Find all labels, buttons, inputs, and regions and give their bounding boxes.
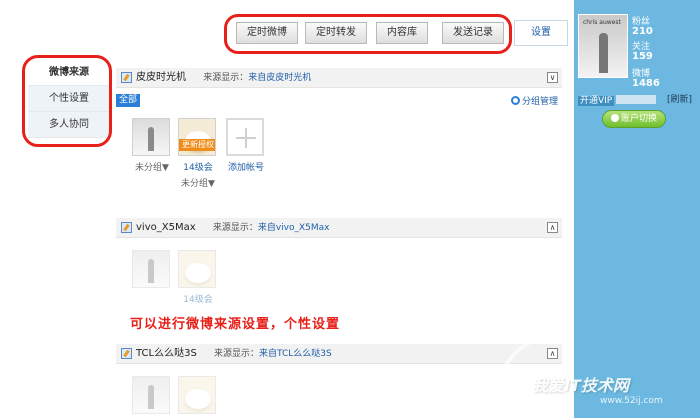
collapse-toggle[interactable]: ∨: [547, 72, 558, 83]
filter-row: 全部 分组管理: [116, 88, 562, 110]
account-avatar[interactable]: [178, 250, 216, 288]
account-avatar[interactable]: [132, 118, 170, 156]
tutorial-annotation: 可以进行微博来源设置，个性设置: [130, 317, 341, 332]
followers-count[interactable]: 210: [632, 26, 653, 37]
source-display-value[interactable]: 来自皮皮时光机: [248, 73, 311, 83]
section-header: vivo_X5Max 来源显示：来自vivo_X5Max ∧: [116, 218, 562, 238]
source-name: vivo_X5Max: [136, 222, 196, 233]
source-display-label: 来源显示：: [212, 223, 258, 233]
add-plus-icon[interactable]: [226, 118, 264, 156]
edit-icon[interactable]: [121, 222, 132, 233]
filter-all-tab[interactable]: 全部: [116, 94, 141, 107]
avatar-caption: chris auwest: [583, 19, 621, 26]
source-name: 皮皮时光机: [136, 72, 186, 83]
settings-button[interactable]: 设置: [514, 20, 568, 46]
account-group-dropdown[interactable]: 未分组▼: [132, 160, 172, 173]
source-display-label: 来源显示：: [213, 349, 259, 359]
account-item[interactable]: [178, 376, 218, 414]
account-item[interactable]: [132, 250, 172, 292]
add-account-item[interactable]: 添加帐号: [226, 118, 266, 173]
source-name: TCL么么哒3S: [136, 348, 197, 359]
switch-icon: [610, 114, 619, 122]
source-section: 皮皮时光机 来源显示：来自皮皮时光机 ∨ 全部 分组管理 未分组▼ 更新授权 1…: [116, 68, 562, 210]
source-section: TCL么么哒3S 来源显示：来自TCL么么哒3S ∧: [116, 344, 562, 418]
switch-account-label: 账户切换: [620, 114, 657, 124]
masked-username: [616, 95, 657, 104]
account-avatar[interactable]: [132, 376, 170, 414]
collapse-toggle[interactable]: ∧: [547, 222, 558, 233]
vip-row: 开通VIP [刷新]: [578, 94, 694, 107]
account-avatar[interactable]: [178, 376, 216, 414]
source-display-value[interactable]: 来自TCL么么哒3S: [259, 349, 332, 359]
account-list: 未分组▼ 更新授权 14级会 未分组▼ 添加帐号: [116, 110, 562, 210]
account-group-dropdown[interactable]: 未分组▼: [178, 176, 218, 189]
source-section: vivo_X5Max 来源显示：来自vivo_X5Max ∧ 14级会: [116, 218, 562, 318]
weibo-count[interactable]: 1486: [632, 78, 660, 89]
main-panel: 定时微博 定时转发 内容库 发送记录 设置 微博来源 个性设置 多人协同 皮皮时…: [0, 0, 574, 418]
highlight-oval-toolbar: [224, 14, 512, 54]
edit-icon[interactable]: [121, 348, 132, 359]
profile-avatar[interactable]: chris auwest: [578, 14, 628, 78]
watermark-title: 我爱IT技术网: [532, 376, 629, 395]
watermark-url: www.52ij.com: [600, 396, 663, 406]
account-name[interactable]: 14级会: [178, 292, 218, 305]
account-avatar[interactable]: 更新授权: [178, 118, 216, 156]
account-name[interactable]: 14级会: [178, 160, 218, 173]
top-toolbar: 定时微博 定时转发 内容库 发送记录 设置: [0, 12, 574, 54]
open-vip-link[interactable]: 开通VIP: [578, 96, 615, 106]
refresh-link[interactable]: [刷新]: [667, 94, 692, 107]
account-list: [116, 364, 562, 418]
group-management-label: 分组管理: [521, 97, 558, 107]
group-management-link[interactable]: 分组管理: [510, 94, 558, 107]
account-item[interactable]: 14级会: [178, 250, 218, 305]
account-item[interactable]: [132, 376, 172, 414]
account-list: 14级会: [116, 238, 562, 318]
collapse-toggle[interactable]: ∧: [547, 348, 558, 359]
edit-icon[interactable]: [121, 72, 132, 83]
source-display-label: 来源显示：: [203, 73, 249, 83]
update-authorization-tag[interactable]: 更新授权: [179, 139, 215, 151]
highlight-oval-sidenav: [22, 55, 112, 147]
account-item[interactable]: 未分组▼: [132, 118, 172, 173]
account-item[interactable]: 更新授权 14级会 未分组▼: [178, 118, 218, 189]
section-header: 皮皮时光机 来源显示：来自皮皮时光机 ∨: [116, 68, 562, 88]
add-account-link[interactable]: 添加帐号: [226, 160, 266, 173]
following-count[interactable]: 159: [632, 51, 653, 62]
account-avatar[interactable]: [132, 250, 170, 288]
gear-icon: [510, 96, 520, 105]
switch-account-button[interactable]: 账户切换: [602, 110, 666, 128]
section-header: TCL么么哒3S 来源显示：来自TCL么么哒3S ∧: [116, 344, 562, 364]
source-display-value[interactable]: 来自vivo_X5Max: [258, 223, 330, 233]
